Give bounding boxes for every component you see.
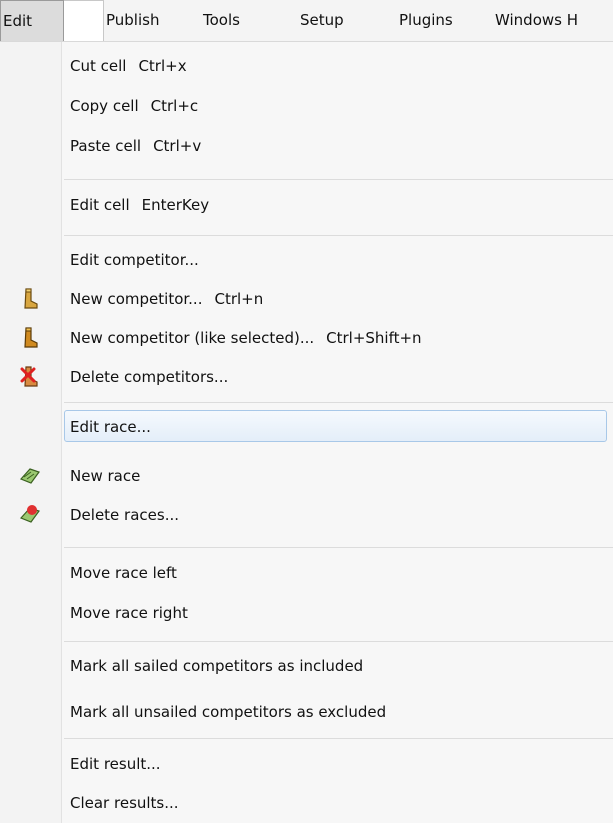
menu-item-label: Edit result... (70, 755, 161, 773)
menu-item-move-race-left[interactable]: Move race left (0, 553, 613, 593)
menu-item-edit-cell[interactable]: Edit cell EnterKey (0, 185, 613, 225)
menu-item-label: Copy cell Ctrl+c (70, 97, 199, 115)
menu-item-mark-sailed-included[interactable]: Mark all sailed competitors as included (0, 646, 613, 686)
delete-flag-icon (19, 505, 40, 523)
menu-item-shortcut: Ctrl+c (150, 97, 199, 115)
menu-publish[interactable]: Publish (106, 0, 159, 41)
menu-setup[interactable]: Setup (300, 0, 344, 41)
menu-item-label: Move race left (70, 564, 177, 582)
menu-windows[interactable]: Windows H (495, 0, 578, 41)
menu-item-label: New competitor... Ctrl+n (70, 290, 264, 308)
menu-plugins[interactable]: Plugins (399, 0, 453, 41)
menu-item-label: Paste cell Ctrl+v (70, 137, 202, 155)
menu-item-label: Edit race... (70, 418, 151, 436)
menu-item-new-competitor-like-selected[interactable]: New competitor (like selected)... Ctrl+Sh… (0, 318, 613, 358)
menu-item-cut-cell[interactable]: Cut cell Ctrl+x (0, 46, 613, 86)
menu-item-label: Edit competitor... (70, 251, 199, 269)
menu-item-clear-results[interactable]: Clear results... (0, 783, 613, 823)
menu-item-delete-competitors[interactable]: Delete competitors... (0, 357, 613, 397)
menu-item-shortcut: EnterKey (141, 196, 210, 214)
menu-item-label: Delete races... (70, 506, 180, 524)
boot-icon (24, 288, 38, 309)
menu-item-paste-cell[interactable]: Paste cell Ctrl+v (0, 126, 613, 166)
menu-separator (64, 641, 613, 642)
menu-item-label: New competitor (like selected)... Ctrl+Sh… (70, 329, 422, 347)
menu-edit[interactable]: Edit (0, 0, 64, 41)
boot-icon (24, 327, 38, 348)
flag-icon (19, 468, 40, 484)
menu-item-shortcut: Ctrl+v (153, 137, 202, 155)
menu-item-label: Clear results... (70, 794, 179, 812)
menu-item-shortcut: Ctrl+n (214, 290, 264, 308)
menu-item-label: New race (70, 467, 141, 485)
menu-item-shortcut: Ctrl+Shift+n (326, 329, 422, 347)
menu-item-edit-race[interactable]: Edit race... (0, 407, 613, 447)
delete-boot-icon (20, 366, 38, 387)
menu-bar-gap (64, 0, 104, 41)
menu-item-mark-unsailed-excluded[interactable]: Mark all unsailed competitors as exclude… (0, 692, 613, 732)
menu-item-shortcut: Ctrl+x (138, 57, 187, 75)
menu-item-label: Mark all sailed competitors as included (70, 657, 364, 675)
menu-separator (64, 738, 613, 739)
menu-item-move-race-right[interactable]: Move race right (0, 593, 613, 633)
menu-separator (64, 547, 613, 548)
menu-item-label: Delete competitors... (70, 368, 229, 386)
menu-separator (64, 235, 613, 236)
menu-item-copy-cell[interactable]: Copy cell Ctrl+c (0, 86, 613, 126)
menu-item-edit-competitor[interactable]: Edit competitor... (0, 240, 613, 280)
menu-separator (64, 402, 613, 403)
menu-item-label: Mark all unsailed competitors as exclude… (70, 703, 387, 721)
menu-item-new-competitor[interactable]: New competitor... Ctrl+n (0, 279, 613, 319)
menu-bar: Edit Publish Tools Setup Plugins Windows… (0, 0, 613, 42)
edit-dropdown-menu: Cut cell Ctrl+x Copy cell Ctrl+c Paste cel… (0, 42, 613, 823)
menu-item-label: Edit cell EnterKey (70, 196, 210, 214)
menu-separator (64, 179, 613, 180)
menu-item-delete-races[interactable]: Delete races... (0, 495, 613, 535)
menu-item-label: Move race right (70, 604, 188, 622)
menu-item-new-race[interactable]: New race (0, 456, 613, 496)
menu-item-edit-result[interactable]: Edit result... (0, 744, 613, 784)
menu-tools[interactable]: Tools (203, 0, 240, 41)
menu-item-label: Cut cell Ctrl+x (70, 57, 187, 75)
